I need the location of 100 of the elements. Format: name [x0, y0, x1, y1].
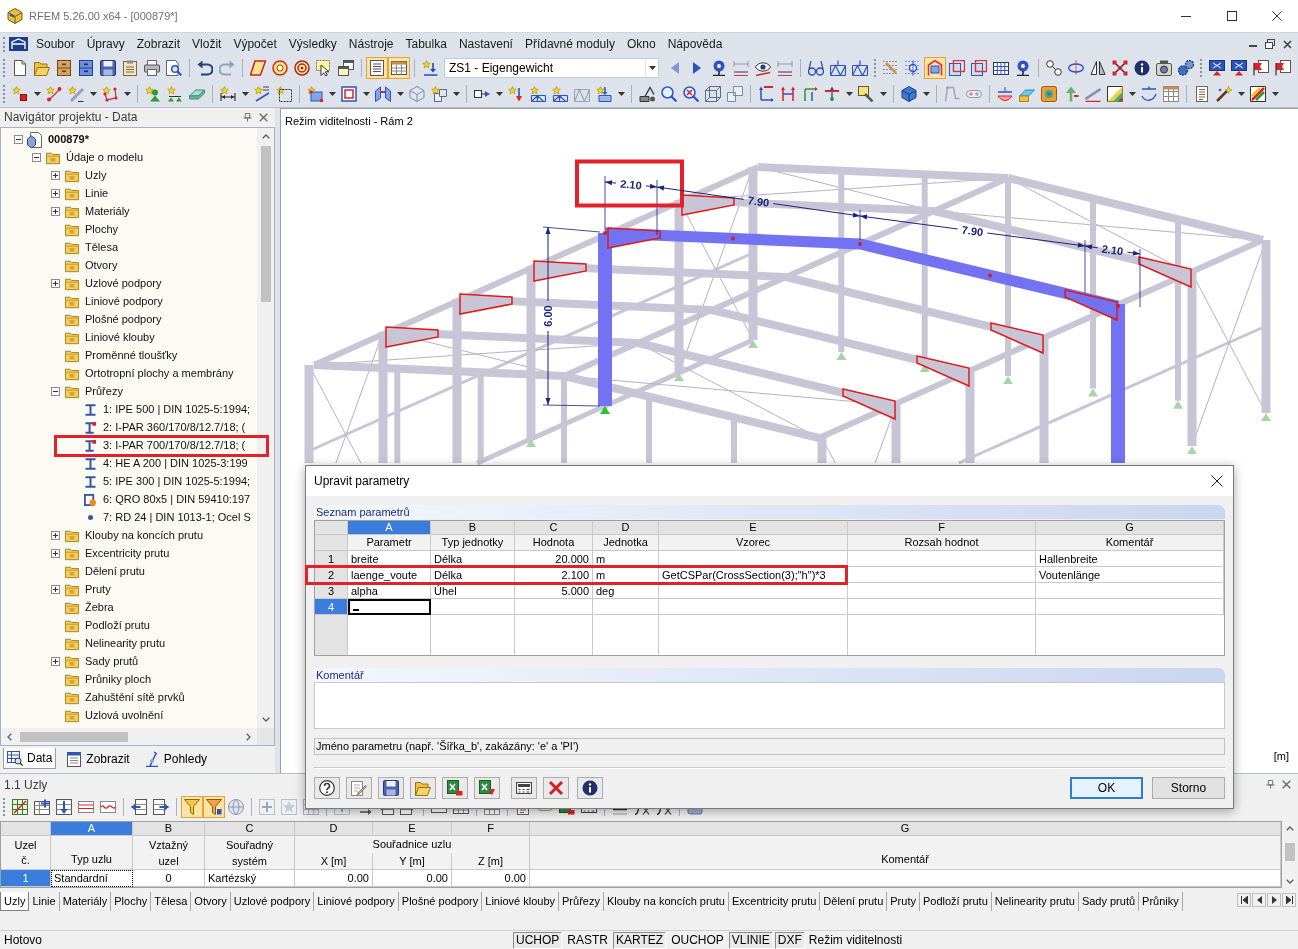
info-button[interactable] — [577, 777, 603, 799]
empty-cell[interactable] — [431, 599, 515, 615]
next-icon[interactable] — [1271, 896, 1277, 904]
sheet-tab[interactable]: Podloží prutu — [919, 892, 992, 911]
tree-item[interactable]: Sady prutů — [85, 656, 139, 668]
table-icon[interactable] — [12, 798, 28, 815]
chevron-up-icon[interactable] — [1286, 825, 1294, 831]
windows-icon[interactable] — [338, 60, 354, 76]
tree-item[interactable]: 6: QRO 80x5 | DIN 59410:197 — [103, 494, 251, 506]
tree-item[interactable]: Údaje o modelu — [66, 152, 144, 164]
caret-icon[interactable] — [922, 92, 930, 96]
sheet-tab[interactable]: Nelinearity prutu — [991, 892, 1079, 911]
edit-button[interactable] — [346, 777, 372, 799]
table-right-icon[interactable] — [153, 798, 169, 815]
menu-item[interactable]: Nástroje — [342, 38, 400, 50]
rectangle-icon[interactable] — [307, 86, 323, 102]
sheet-tab[interactable]: Plošné podpory — [398, 892, 483, 911]
notepad-icon[interactable] — [66, 750, 83, 767]
open-button[interactable] — [410, 777, 436, 799]
empty-cell[interactable] — [848, 567, 1036, 583]
support-icon[interactable] — [145, 86, 161, 102]
empty-cell[interactable] — [848, 551, 1036, 567]
open-folder-icon[interactable] — [34, 60, 50, 76]
empty-cell[interactable] — [1036, 583, 1224, 599]
column-header[interactable]: E — [373, 822, 452, 836]
close-icon[interactable] — [1211, 475, 1223, 487]
rectangle-icon[interactable] — [341, 86, 357, 102]
grid-target-icon[interactable] — [905, 60, 921, 76]
tree-item[interactable]: 7: RD 24 | DIN 1013-1; Ocel S — [103, 512, 251, 524]
column-header[interactable]: D — [295, 822, 373, 836]
status-toggle[interactable]: RASTR — [564, 931, 611, 949]
sheet-tab[interactable]: Uzly — [0, 892, 30, 911]
magnifier-icon[interactable] — [683, 86, 699, 102]
color-bars-icon[interactable] — [1250, 86, 1266, 102]
clipboard-icon[interactable] — [122, 60, 138, 76]
frame-icon[interactable] — [971, 60, 987, 76]
printer-icon[interactable] — [144, 60, 160, 76]
gears-icon[interactable] — [1178, 60, 1194, 76]
caret-icon[interactable] — [1128, 92, 1136, 96]
last-icon[interactable] — [1285, 896, 1293, 904]
tree-item[interactable]: Liniové podpory — [85, 296, 163, 308]
tree-item[interactable]: Excentricity prutu — [85, 548, 170, 560]
colored-grid-icon[interactable] — [1107, 86, 1123, 102]
scrollbar-thumb[interactable] — [260, 145, 271, 302]
caret-icon[interactable] — [1237, 92, 1245, 96]
sheet-tab[interactable]: Tělesa — [151, 892, 192, 911]
document-flag-icon[interactable] — [1275, 60, 1291, 76]
truss-icon[interactable] — [830, 60, 846, 76]
menu-item[interactable]: Nápověda — [661, 38, 729, 50]
print-preview-icon[interactable] — [166, 60, 182, 76]
table-down-icon[interactable] — [56, 798, 72, 815]
glasses-icon[interactable] — [808, 60, 824, 76]
cubes-icon[interactable] — [431, 86, 447, 102]
status-toggle[interactable]: VLINIE — [728, 931, 773, 949]
column-header[interactable]: G — [1036, 521, 1224, 535]
empty-cell[interactable] — [659, 583, 848, 599]
row-header[interactable]: 1 — [1, 870, 51, 887]
cross-icon[interactable] — [1112, 60, 1128, 76]
menu-item[interactable]: Vložit — [186, 38, 228, 50]
help-button[interactable] — [314, 777, 340, 799]
chevron-up-icon[interactable] — [261, 133, 270, 139]
expand-icon[interactable] — [51, 279, 60, 289]
node-star-icon[interactable] — [12, 86, 28, 102]
tree-item[interactable]: 3: I-PAR 700/170/8/12.7/18; ( — [103, 440, 246, 452]
caret-icon[interactable] — [362, 92, 370, 96]
tree-item[interactable]: Uzly — [85, 170, 107, 182]
undo-icon[interactable] — [197, 60, 213, 76]
empty-cell[interactable] — [1036, 599, 1224, 615]
active-cell[interactable] — [348, 599, 431, 615]
collapse-icon[interactable] — [32, 153, 41, 163]
node-link-icon[interactable] — [1046, 60, 1062, 76]
column-header[interactable]: F — [452, 822, 530, 836]
active-cell[interactable]: Standardní — [51, 870, 133, 887]
status-toggle[interactable]: UCHOP — [513, 931, 563, 949]
empty-cell[interactable] — [848, 583, 1036, 599]
sheet-tab[interactable]: Liniové podpory — [314, 892, 399, 911]
menu-item[interactable]: Tabulka — [399, 38, 453, 50]
dimension-icon[interactable] — [254, 86, 270, 102]
caret-icon[interactable] — [879, 92, 887, 96]
minimize-icon[interactable] — [1181, 15, 1191, 17]
empty-cell[interactable] — [659, 599, 848, 615]
colored-surface-icon[interactable] — [1019, 86, 1035, 102]
sheet-tab[interactable]: Pruty — [887, 892, 920, 911]
tree-item[interactable]: 2: I-PAR 360/170/8/12.7/18; ( — [103, 422, 246, 434]
axis-arrows-icon[interactable] — [824, 86, 840, 102]
table-rows-icon[interactable] — [78, 798, 94, 815]
arrow-icon[interactable] — [1063, 86, 1079, 102]
caret-icon[interactable] — [1271, 92, 1279, 96]
sheet-tab[interactable]: Linie — [29, 892, 60, 911]
beam-diagram-icon[interactable] — [1141, 86, 1157, 102]
menu-item[interactable]: Soubor — [30, 38, 81, 50]
tree-item[interactable]: 1: IPE 500 | DIN 1025-5:1994; — [103, 404, 251, 416]
tree-item[interactable]: Dělení prutu — [85, 566, 145, 578]
dimension-icon[interactable] — [733, 60, 749, 76]
supports-icon[interactable] — [167, 86, 183, 102]
expand-icon[interactable] — [51, 207, 60, 217]
monitor-icon[interactable] — [1231, 60, 1247, 76]
sheet-tab[interactable]: Uzlové podpory — [230, 892, 315, 911]
column-header[interactable]: D — [593, 521, 659, 535]
axis-arrows-icon[interactable] — [802, 86, 818, 102]
